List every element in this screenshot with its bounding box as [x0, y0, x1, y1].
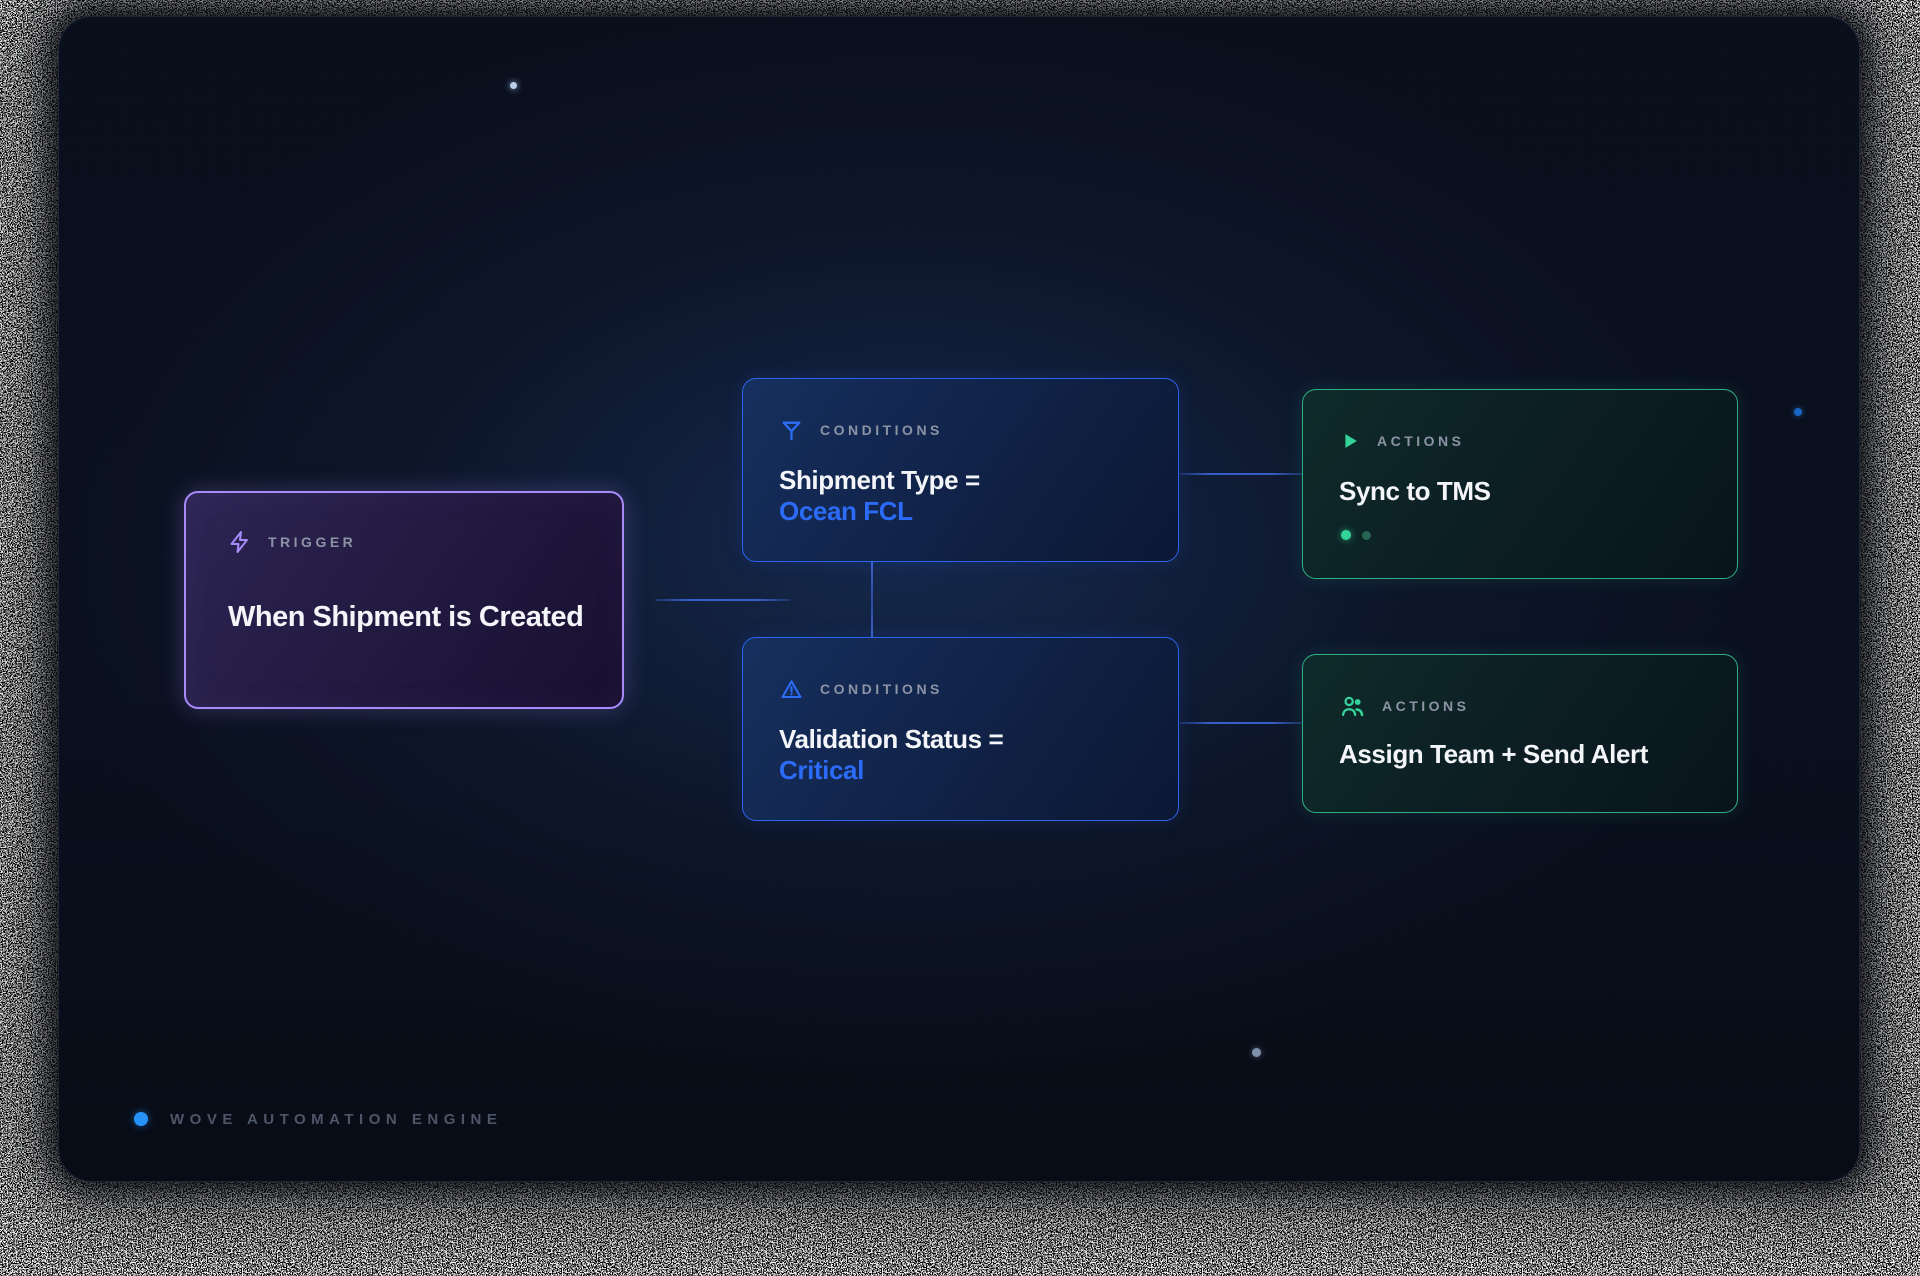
node-header: TRIGGER: [228, 529, 580, 555]
connector-condition1-to-action1: [1180, 473, 1303, 475]
status-dots: [1341, 530, 1371, 540]
condition-field: Validation Status =: [779, 724, 1003, 755]
condition-value: Ocean FCL: [779, 496, 980, 527]
lightning-icon: [228, 530, 252, 554]
condition-field: Shipment Type =: [779, 465, 980, 496]
action-node-sync-tms[interactable]: ACTIONS Sync to TMS: [1302, 389, 1738, 579]
node-title: Assign Team + Send Alert: [1339, 739, 1648, 770]
node-type-label: ACTIONS: [1382, 698, 1470, 714]
node-type-label: CONDITIONS: [820, 422, 943, 438]
warning-icon: [779, 677, 804, 702]
team-icon: [1339, 693, 1366, 720]
brand-footer: WOVE AUTOMATION ENGINE: [134, 1105, 502, 1133]
status-dot-inactive: [1362, 531, 1371, 540]
trigger-node[interactable]: TRIGGER When Shipment is Created: [184, 491, 624, 709]
status-dot-active: [1341, 530, 1351, 540]
glow-dot: [510, 82, 517, 89]
connector-condition1-to-condition2: [871, 562, 873, 639]
action-node-assign-team[interactable]: ACTIONS Assign Team + Send Alert: [1302, 654, 1738, 813]
node-title: Validation Status = Critical: [779, 724, 1003, 786]
condition-node-shipment-type[interactable]: CONDITIONS Shipment Type = Ocean FCL: [742, 378, 1179, 562]
glow-dot: [1252, 1048, 1261, 1057]
node-header: ACTIONS: [1339, 428, 1701, 454]
glow-dot: [1794, 408, 1802, 416]
connector-trigger-to-conditions: [655, 599, 790, 601]
stage: TRIGGER When Shipment is Created CONDITI…: [0, 0, 1920, 1276]
condition-node-validation-status[interactable]: CONDITIONS Validation Status = Critical: [742, 637, 1179, 821]
connector-condition2-to-action2: [1180, 722, 1303, 724]
filter-icon: [779, 418, 804, 443]
node-header: CONDITIONS: [779, 676, 1142, 702]
node-header: ACTIONS: [1339, 693, 1701, 719]
brand-dot-icon: [134, 1112, 148, 1126]
node-title: Shipment Type = Ocean FCL: [779, 465, 980, 527]
node-title: When Shipment is Created: [228, 601, 583, 634]
automation-canvas: TRIGGER When Shipment is Created CONDITI…: [58, 16, 1860, 1182]
node-type-label: ACTIONS: [1377, 433, 1465, 449]
node-type-label: TRIGGER: [268, 534, 356, 550]
node-type-label: CONDITIONS: [820, 681, 943, 697]
play-icon: [1339, 430, 1361, 452]
brand-name: WOVE AUTOMATION ENGINE: [170, 1110, 502, 1128]
node-header: CONDITIONS: [779, 417, 1142, 443]
node-title: Sync to TMS: [1339, 476, 1491, 507]
condition-value: Critical: [779, 755, 1003, 786]
